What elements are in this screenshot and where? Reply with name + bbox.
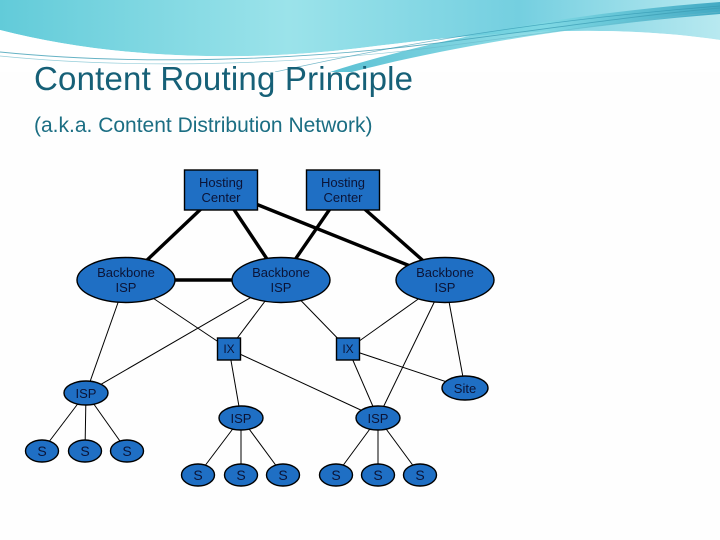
diagram-node-isp1[interactable] — [63, 380, 109, 406]
diagram-node-s8[interactable] — [360, 463, 396, 487]
slide-canvas: Content Routing Principle (a.k.a. Conten… — [0, 0, 720, 540]
diagram-node-s2[interactable] — [67, 439, 103, 463]
diagram-node-s9[interactable] — [402, 463, 438, 487]
diagram-node-hc1[interactable] — [183, 169, 259, 211]
diagram-node-bb1[interactable] — [76, 256, 176, 304]
diagram-node-isp2[interactable] — [218, 405, 264, 431]
diagram-node-ix1[interactable] — [216, 337, 242, 361]
page-title: Content Routing Principle — [34, 60, 414, 97]
diagram-node-ix2[interactable] — [335, 337, 361, 361]
diagram-svg — [24, 169, 495, 487]
diagram-node-s7[interactable] — [318, 463, 354, 487]
thin-link-group — [41, 279, 466, 476]
node-shape-group — [24, 169, 495, 487]
diagram-node-s4[interactable] — [180, 463, 216, 487]
diagram-node-isp3[interactable] — [355, 405, 401, 431]
diagram-node-site[interactable] — [441, 375, 489, 401]
diagram-node-bb2[interactable] — [231, 256, 331, 304]
diagram-node-hc2[interactable] — [305, 169, 381, 211]
diagram-node-bb3[interactable] — [395, 256, 495, 304]
diagram-node-s3[interactable] — [109, 439, 145, 463]
page-subtitle: (a.k.a. Content Distribution Network) — [34, 114, 373, 137]
network-diagram: Hosting Center Hosting Center Backbone ISP… — [0, 150, 720, 540]
diagram-node-s6[interactable] — [265, 463, 301, 487]
diagram-node-s1[interactable] — [24, 439, 60, 463]
diagram-node-s5[interactable] — [223, 463, 259, 487]
